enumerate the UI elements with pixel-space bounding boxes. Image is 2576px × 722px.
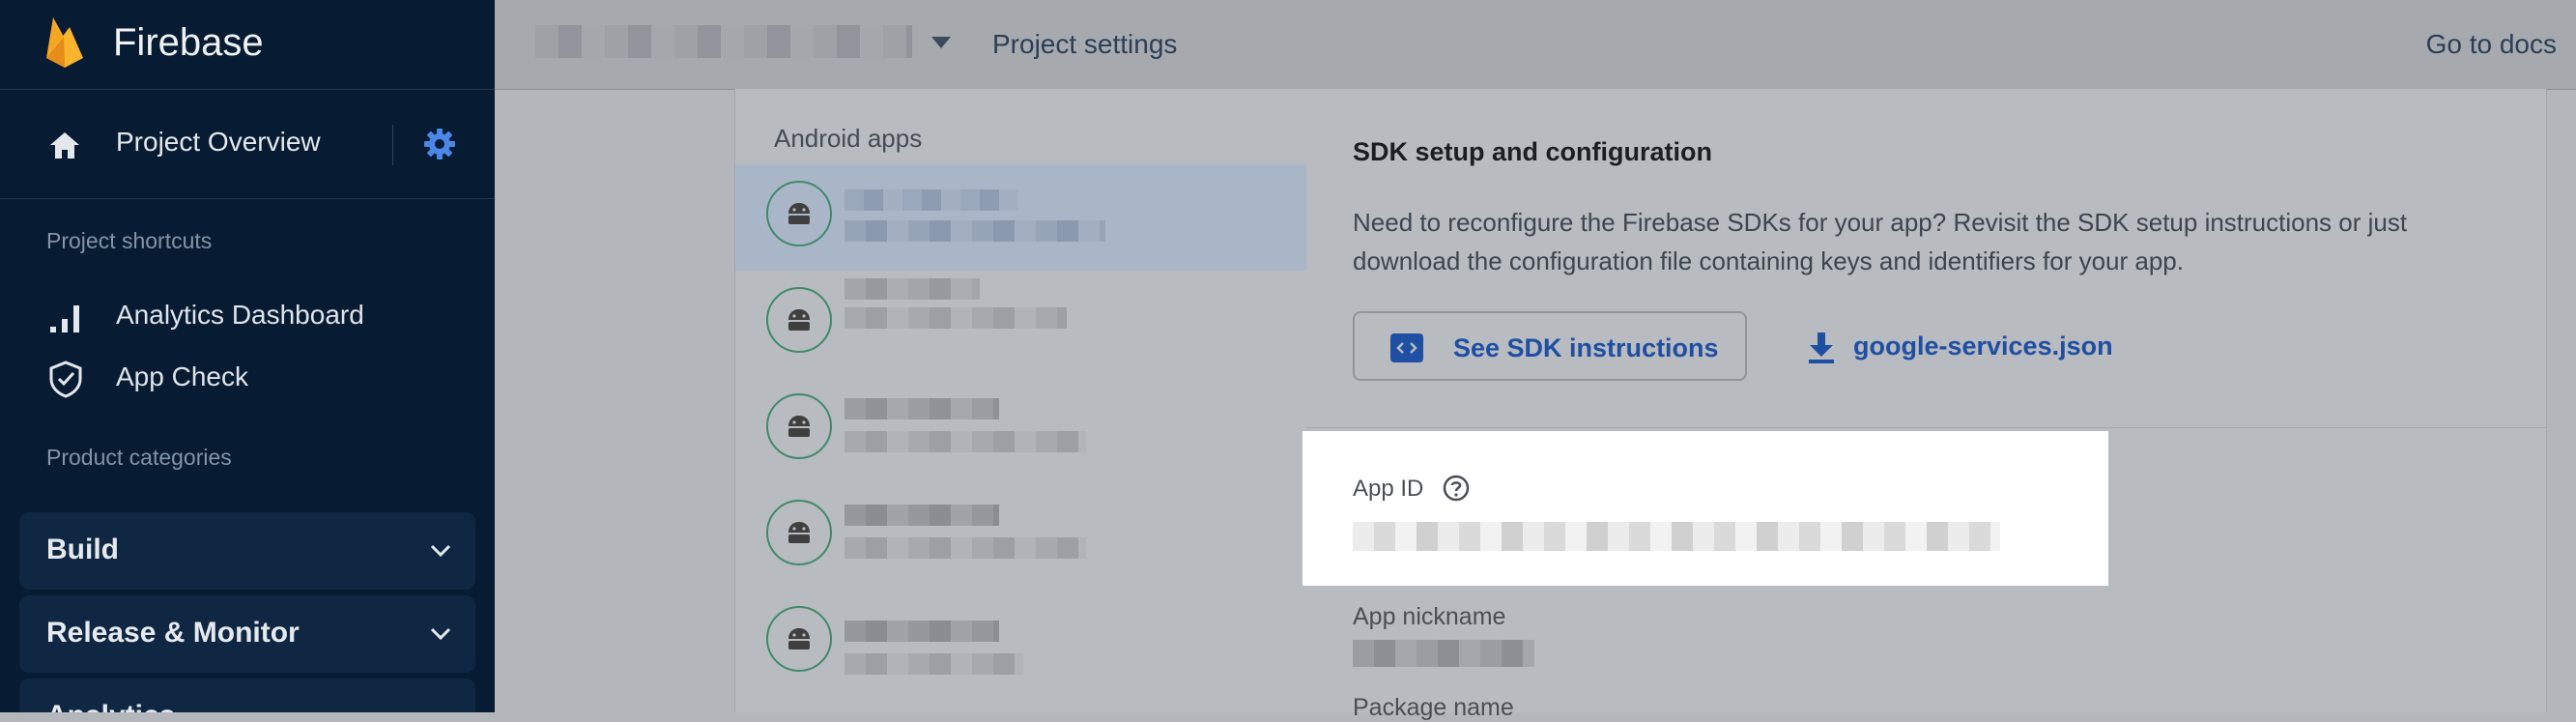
- app-package-redacted: [844, 431, 1086, 452]
- sdk-description: Need to reconfigure the Firebase SDKs fo…: [1353, 208, 2408, 275]
- app-row[interactable]: [735, 271, 1307, 377]
- app-row[interactable]: [735, 590, 1307, 696]
- firebase-flame-icon: [46, 17, 83, 68]
- android-app-avatar: [766, 181, 832, 246]
- code-icon: [1390, 333, 1423, 362]
- app-nickname-value-redacted: [1353, 640, 1534, 667]
- app-row[interactable]: [735, 377, 1307, 483]
- go-to-docs-link[interactable]: Go to docs: [2426, 29, 2557, 60]
- app-id-value-redacted[interactable]: [1353, 522, 2000, 551]
- sdk-section-title: SDK setup and configuration: [1353, 137, 1713, 166]
- sidebar: Firebase Project Overview Project shortc…: [0, 0, 495, 712]
- app-package-redacted: [844, 537, 1086, 559]
- app-name-redacted: [844, 398, 999, 419]
- project-name-redacted: [535, 25, 912, 58]
- button-label: google-services.json: [1853, 332, 2113, 361]
- app-row[interactable]: [735, 483, 1307, 590]
- categories-section-title: Product categories: [46, 445, 232, 470]
- app-name-redacted: [844, 189, 1018, 211]
- help-icon[interactable]: [1442, 474, 1471, 503]
- android-app-avatar: [766, 606, 832, 672]
- download-config-button[interactable]: google-services.json: [1797, 311, 2145, 381]
- android-app-avatar: [766, 500, 832, 565]
- sidebar-item-app-check[interactable]: App Check: [46, 354, 452, 400]
- page-title: Project settings: [992, 29, 1178, 59]
- app-row[interactable]: [735, 164, 1307, 271]
- gear-icon[interactable]: [422, 127, 457, 161]
- category-release-monitor[interactable]: Release & Monitor: [19, 595, 475, 673]
- app-package-redacted: [844, 307, 1067, 329]
- divider: [1306, 427, 2546, 428]
- app-nickname-label: App nickname: [1353, 603, 1506, 630]
- app-name-redacted: [844, 505, 999, 526]
- top-bar: Project settings Go to docs: [495, 0, 2576, 90]
- chevron-down-icon: [430, 544, 451, 558]
- app-id-card: App ID: [1302, 431, 2108, 586]
- app-name-redacted: [844, 278, 980, 300]
- chevron-down-icon: [430, 627, 451, 641]
- android-icon: [788, 522, 810, 543]
- bar-chart-icon: [50, 305, 79, 332]
- project-overview-link[interactable]: Project Overview: [116, 127, 321, 158]
- app-package-redacted: [844, 220, 1105, 242]
- divider: [392, 125, 393, 165]
- android-apps-list: Android apps: [734, 89, 1308, 712]
- android-icon: [788, 309, 810, 331]
- android-app-avatar: [766, 393, 832, 459]
- package-name-label: Package name: [1353, 694, 1514, 721]
- app-name-redacted: [844, 621, 999, 642]
- download-icon: [1809, 332, 1834, 363]
- project-selector[interactable]: [535, 25, 951, 64]
- see-sdk-instructions-button[interactable]: See SDK instructions: [1353, 311, 1747, 381]
- category-analytics[interactable]: Analytics: [19, 679, 475, 712]
- button-label: See SDK instructions: [1453, 333, 1719, 362]
- android-icon: [788, 416, 810, 437]
- android-icon: [788, 203, 810, 224]
- shortcuts-section-title: Project shortcuts: [46, 228, 213, 253]
- brand-header[interactable]: Firebase: [0, 0, 495, 90]
- project-overview-row: Project Overview: [0, 90, 495, 199]
- shield-check-icon: [49, 361, 82, 398]
- category-label: Analytics: [46, 700, 175, 712]
- category-label: Release & Monitor: [46, 617, 300, 649]
- category-label: Build: [46, 534, 119, 565]
- category-build[interactable]: Build: [19, 512, 475, 590]
- app-package-redacted: [844, 653, 1023, 675]
- caret-down-icon: [931, 37, 951, 48]
- android-app-avatar: [766, 287, 832, 353]
- sidebar-item-label: App Check: [116, 361, 248, 391]
- home-icon[interactable]: [48, 130, 81, 160]
- sidebar-item-label: Analytics Dashboard: [116, 300, 364, 330]
- sidebar-item-analytics-dashboard[interactable]: Analytics Dashboard: [46, 292, 452, 338]
- brand-name: Firebase: [113, 21, 264, 64]
- android-icon: [788, 628, 810, 650]
- app-id-label: App ID: [1353, 476, 1424, 502]
- apps-section-title: Android apps: [774, 124, 923, 153]
